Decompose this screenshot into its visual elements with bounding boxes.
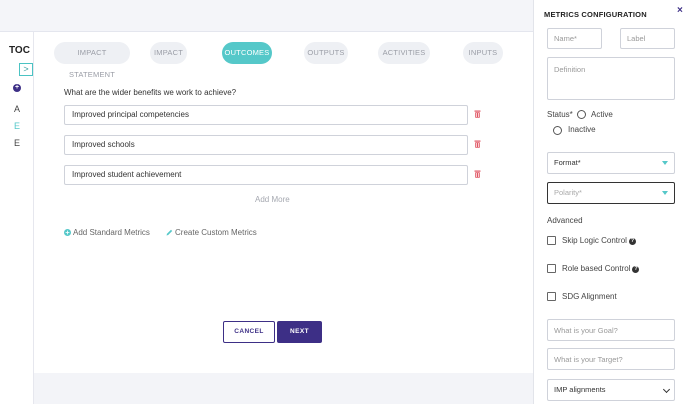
close-icon[interactable]: × — [677, 5, 683, 16]
polarity-select[interactable]: Polarity* — [547, 182, 675, 204]
name-field[interactable] — [547, 28, 602, 49]
create-custom-metrics-label: Create Custom Metrics — [175, 228, 257, 237]
panel-title: METRICS CONFIGURATION — [544, 10, 647, 19]
tab-outcomes[interactable]: OUTCOMES — [222, 42, 272, 64]
step-tabs: IMPACT STATEMENT IMPACT OUTCOMES OUTPUTS… — [34, 42, 533, 79]
imp-alignments-value: IMP alignments — [554, 385, 606, 394]
toc-sidebar: TOC > + A E E — [0, 32, 34, 404]
skip-logic-checkbox[interactable] — [547, 236, 556, 245]
outcome-input[interactable]: Improved student achievement — [64, 165, 468, 185]
tab-inputs[interactable]: INPUTS — [463, 42, 503, 64]
pencil-icon — [166, 230, 173, 236]
toc-add-icon[interactable]: + — [13, 84, 21, 92]
create-custom-metrics-link[interactable]: Create Custom Metrics — [166, 228, 257, 237]
outcomes-question: What are the wider benefits we work to a… — [64, 88, 237, 97]
status-active-radio[interactable] — [577, 110, 586, 119]
help-icon[interactable]: ? — [632, 266, 640, 273]
polarity-select-value: Polarity* — [554, 188, 582, 197]
target-input[interactable] — [547, 348, 675, 370]
help-icon[interactable]: ? — [628, 238, 636, 245]
status-inactive-radio[interactable] — [553, 126, 562, 135]
tab-activities[interactable]: ACTIVITIES — [378, 42, 430, 64]
tab-impact[interactable]: IMPACT — [150, 42, 187, 64]
main-content: IMPACT STATEMENT IMPACT OUTCOMES OUTPUTS… — [34, 32, 533, 373]
metrics-configuration-panel: METRICS CONFIGURATION × Status* Active I… — [533, 0, 688, 404]
sdg-alignment-checkbox[interactable] — [547, 292, 556, 301]
caret-down-icon — [662, 191, 668, 195]
advanced-heading: Advanced — [547, 216, 583, 225]
outcome-input[interactable]: Improved principal competencies — [64, 105, 468, 125]
plus-circle-icon — [64, 229, 71, 237]
format-select-value: Format* — [554, 158, 581, 167]
toc-item[interactable]: A — [14, 104, 20, 114]
role-based-text: Role based Control — [562, 264, 631, 273]
toc-expand-button[interactable]: > — [19, 63, 33, 76]
trash-icon[interactable] — [474, 170, 481, 178]
format-select[interactable]: Format* — [547, 152, 675, 174]
trash-icon[interactable] — [474, 140, 481, 148]
skip-logic-text: Skip Logic Control — [562, 236, 627, 245]
toc-title: TOC — [9, 45, 30, 56]
label-field[interactable] — [620, 28, 675, 49]
skip-logic-label: Skip Logic Control? — [562, 236, 636, 245]
status-active-label: Active — [591, 110, 613, 119]
status-label: Status* — [547, 110, 573, 119]
trash-icon[interactable] — [474, 110, 481, 118]
outcome-input[interactable]: Improved schools — [64, 135, 468, 155]
imp-alignments-select[interactable]: IMP alignments — [547, 379, 675, 401]
add-standard-metrics-label: Add Standard Metrics — [73, 228, 150, 237]
add-more-link[interactable]: Add More — [255, 195, 290, 204]
goal-input[interactable] — [547, 319, 675, 341]
status-inactive-label: Inactive — [568, 125, 596, 134]
top-bar — [0, 0, 533, 32]
sdg-alignment-label: SDG Alignment — [562, 292, 617, 301]
toc-item[interactable]: E — [14, 138, 20, 148]
tab-impact-statement[interactable]: IMPACT STATEMENT — [54, 42, 130, 79]
caret-down-icon — [662, 161, 668, 165]
add-standard-metrics-link[interactable]: Add Standard Metrics — [64, 228, 150, 237]
next-button[interactable]: NEXT — [277, 321, 322, 343]
toc-item[interactable]: E — [14, 121, 20, 131]
tab-outputs[interactable]: OUTPUTS — [304, 42, 348, 64]
cancel-button[interactable]: CANCEL — [223, 321, 275, 343]
role-based-label: Role based Control? — [562, 264, 640, 273]
definition-field[interactable] — [547, 57, 675, 100]
app: TOC > + A E E IMPACT STATEMENT IMPACT OU… — [0, 0, 688, 404]
chevron-down-icon — [662, 385, 671, 394]
role-based-checkbox[interactable] — [547, 264, 556, 273]
